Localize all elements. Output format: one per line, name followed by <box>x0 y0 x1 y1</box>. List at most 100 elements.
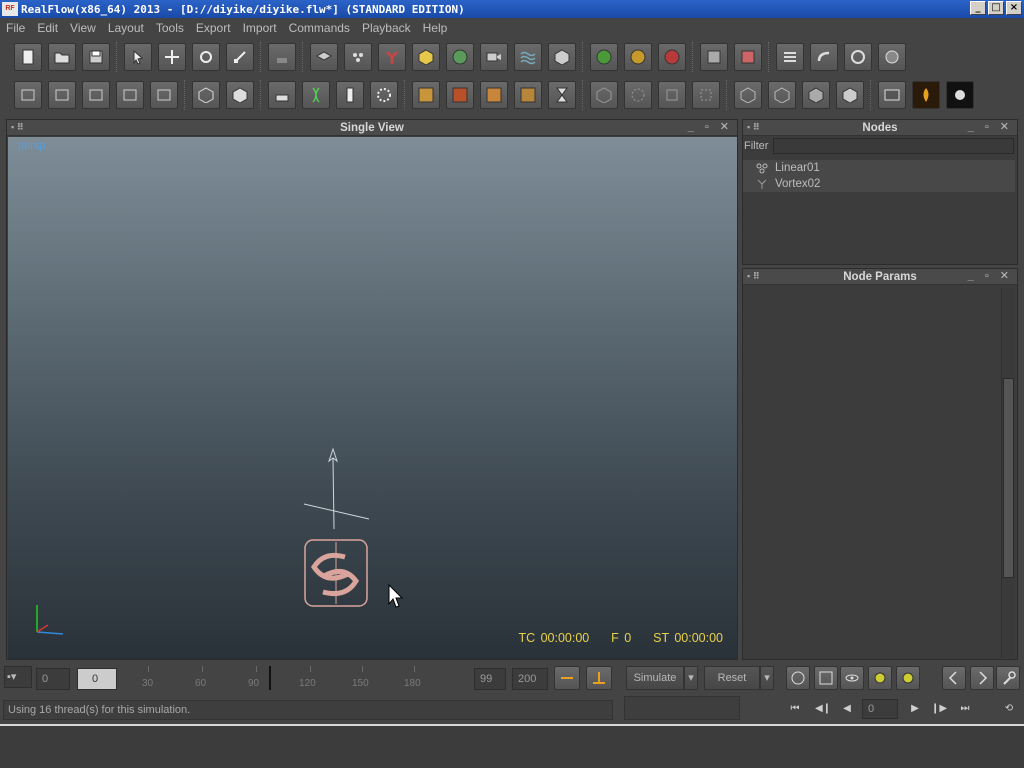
preview-button[interactable] <box>878 81 906 109</box>
cube-4-button[interactable] <box>836 81 864 109</box>
layout-3-button[interactable] <box>82 81 110 109</box>
move-button[interactable] <box>158 43 186 71</box>
texture-2-button[interactable] <box>446 81 474 109</box>
panel-grip-icon[interactable]: ▪ ⠿ <box>747 271 760 282</box>
grid-domain-button[interactable] <box>548 43 576 71</box>
simulate-dropdown[interactable]: ▾ <box>684 666 698 690</box>
panel-grip-icon[interactable]: ▪ ⠿ <box>747 122 760 133</box>
dna-button[interactable] <box>302 81 330 109</box>
texture-4-button[interactable] <box>514 81 542 109</box>
step-forward-button[interactable]: ❙▶ <box>930 701 948 717</box>
visibility-button[interactable] <box>840 666 864 690</box>
view-2-button[interactable] <box>624 81 652 109</box>
menu-commands[interactable]: Commands <box>289 21 350 35</box>
daemon-button[interactable] <box>378 43 406 71</box>
panel-window-controls[interactable]: _ ▫ ✕ <box>968 120 1013 133</box>
batch-button[interactable] <box>776 43 804 71</box>
cube-1-button[interactable] <box>734 81 762 109</box>
cube-2-button[interactable] <box>768 81 796 109</box>
playhead[interactable] <box>269 666 271 690</box>
close-button[interactable]: × <box>1006 1 1022 15</box>
camera-button[interactable] <box>480 43 508 71</box>
menu-tools[interactable]: Tools <box>156 21 184 35</box>
set-range-start-button[interactable] <box>554 666 580 690</box>
texture-3-button[interactable] <box>480 81 508 109</box>
realwave-button[interactable] <box>514 43 542 71</box>
panel-window-controls[interactable]: _ ▫ ✕ <box>688 120 733 133</box>
play-forward-button[interactable]: ▶ <box>906 701 924 717</box>
timeline-slider[interactable]: 30 60 90 120 150 180 <box>130 666 470 690</box>
params-scroll-thumb[interactable] <box>1003 378 1014 578</box>
layout-4-button[interactable] <box>116 81 144 109</box>
view-mode-2-button[interactable] <box>814 666 838 690</box>
red-sphere-button[interactable] <box>658 43 686 71</box>
cube-solid-button[interactable] <box>226 81 254 109</box>
reset-button[interactable]: Reset <box>704 666 760 690</box>
step-back-button[interactable]: ◀❙ <box>814 701 832 717</box>
settings-1-button[interactable] <box>868 666 892 690</box>
emitter-button[interactable] <box>268 81 296 109</box>
node-item-linear01[interactable]: Linear01 <box>743 160 1015 176</box>
timer-button[interactable] <box>844 43 872 71</box>
panel-window-controls[interactable]: _ ▫ ✕ <box>968 269 1013 282</box>
step-back-tool-button[interactable] <box>942 666 966 690</box>
vortex-daemon-gizmo[interactable] <box>304 539 368 607</box>
scale-button[interactable] <box>226 43 254 71</box>
maxwell-button[interactable] <box>946 81 974 109</box>
minimize-button[interactable]: _ <box>970 1 986 15</box>
save-scene-button[interactable] <box>82 43 110 71</box>
3d-viewport[interactable]: persp TC 00:00:00 F 0 ST 00:00:00 <box>8 137 737 659</box>
max-frame-field[interactable]: 200 <box>512 668 548 690</box>
linear-daemon-gizmo[interactable] <box>303 447 370 530</box>
layout-2-button[interactable] <box>48 81 76 109</box>
green-sphere-button[interactable] <box>590 43 618 71</box>
simulate-button[interactable]: Simulate <box>626 666 684 690</box>
fire-button[interactable] <box>912 81 940 109</box>
current-frame-field[interactable]: 0 <box>77 668 117 690</box>
menu-layout[interactable]: Layout <box>108 21 144 35</box>
wrench-button[interactable] <box>996 666 1020 690</box>
cube-wire-button[interactable] <box>192 81 220 109</box>
maximize-button[interactable]: □ <box>988 1 1004 15</box>
menu-help[interactable]: Help <box>423 21 448 35</box>
end-frame-field[interactable]: 99 <box>474 668 506 690</box>
export-button[interactable] <box>700 43 728 71</box>
texture-1-button[interactable] <box>412 81 440 109</box>
ruler-button[interactable] <box>336 81 364 109</box>
cube-3-button[interactable] <box>802 81 830 109</box>
menu-import[interactable]: Import <box>243 21 277 35</box>
node-item-vortex02[interactable]: Vortex02 <box>743 176 1015 192</box>
new-scene-button[interactable] <box>14 43 42 71</box>
layout-5-button[interactable] <box>150 81 178 109</box>
rotate-button[interactable] <box>192 43 220 71</box>
go-to-end-button[interactable]: ⏭ <box>956 701 974 717</box>
playback-frame-field[interactable]: 0 <box>862 699 898 719</box>
view-mode-1-button[interactable] <box>786 666 810 690</box>
script-button[interactable] <box>810 43 838 71</box>
play-backward-button[interactable]: ◀ <box>838 701 856 717</box>
menu-file[interactable]: File <box>6 21 25 35</box>
menu-view[interactable]: View <box>70 21 96 35</box>
box-object-button[interactable] <box>412 43 440 71</box>
dots-button[interactable] <box>370 81 398 109</box>
export-red-button[interactable] <box>734 43 762 71</box>
menu-export[interactable]: Export <box>196 21 231 35</box>
select-button[interactable] <box>124 43 152 71</box>
particles-button[interactable] <box>344 43 372 71</box>
step-forward-tool-button[interactable] <box>970 666 994 690</box>
layout-1-button[interactable] <box>14 81 42 109</box>
go-to-start-button[interactable]: ⏮ <box>786 701 804 717</box>
mesh-button[interactable] <box>446 43 474 71</box>
filter-input[interactable] <box>773 138 1014 154</box>
menu-playback[interactable]: Playback <box>362 21 411 35</box>
loop-button[interactable]: ⟲ <box>1000 701 1018 717</box>
render-button[interactable] <box>878 43 906 71</box>
open-scene-button[interactable] <box>48 43 76 71</box>
menu-edit[interactable]: Edit <box>37 21 58 35</box>
start-frame-field[interactable]: 0 <box>36 668 70 690</box>
yellow-sphere-button[interactable] <box>624 43 652 71</box>
view-4-button[interactable] <box>692 81 720 109</box>
settings-2-button[interactable] <box>896 666 920 690</box>
hourglass-button[interactable] <box>548 81 576 109</box>
params-scrollbar[interactable] <box>1001 288 1015 658</box>
